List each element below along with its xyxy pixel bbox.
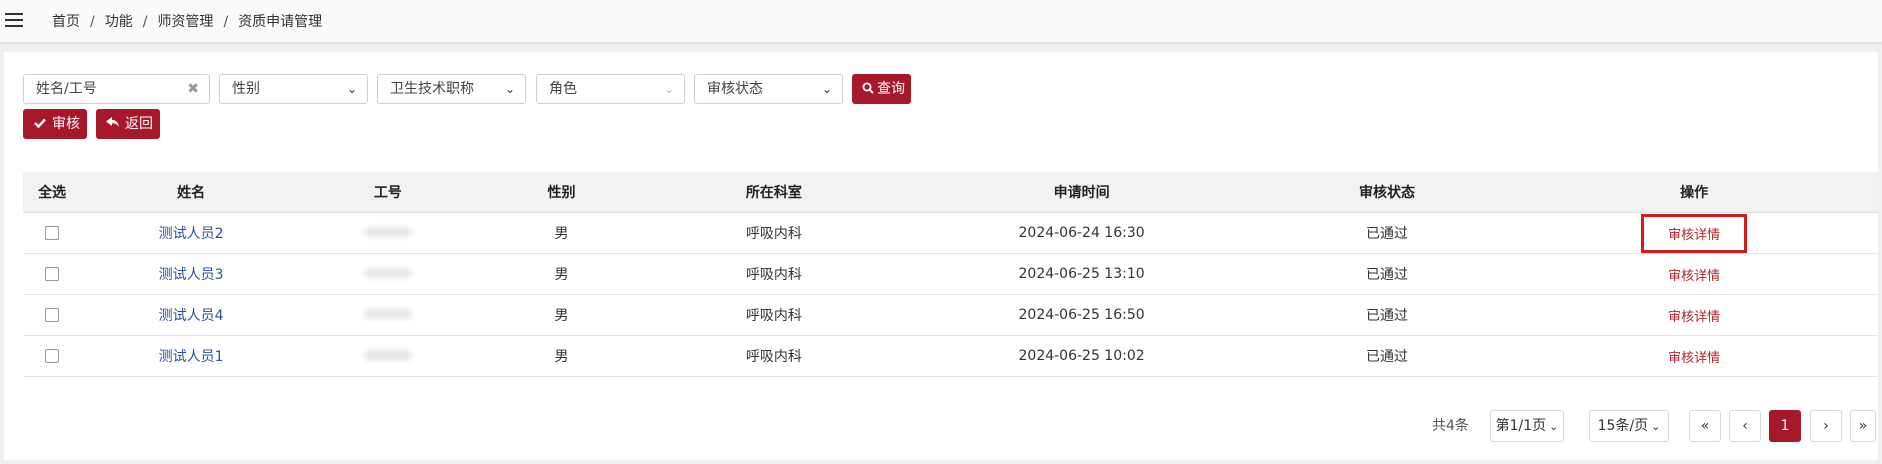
status-select[interactable]: 审核状态 ⌄ [694,74,843,104]
header-review-status: 审核状态 [1263,172,1511,213]
person-name-link[interactable]: 测试人员1 [159,349,224,365]
highlight-box: 审核详情 [1641,213,1748,253]
breadcrumb-function[interactable]: 功能 [105,14,133,30]
query-button[interactable]: 查询 [852,74,911,104]
header-actions: 操作 [1510,172,1878,213]
review-detail-link[interactable]: 审核详情 [1668,228,1720,243]
table-row: 测试人员3 男 呼吸内科 2024-06-25 13:10 已通过 审核详情 [23,253,1878,295]
review-button[interactable]: 审核 [23,109,87,139]
applications-table: 全选 姓名 工号 性别 所在科室 申请时间 审核状态 操作 测试人员2 男 呼吸… [23,172,1878,377]
apply-time-cell: 2024-06-24 16:30 [899,212,1264,254]
apply-time-cell: 2024-06-25 13:10 [899,253,1264,295]
status-select-label: 审核状态 [707,81,763,97]
search-icon [862,82,874,94]
title-select[interactable]: 卫生技术职称 ⌄ [377,74,526,104]
table-row: 测试人员2 男 呼吸内科 2024-06-24 16:30 已通过 审核详情 [23,212,1878,254]
name-search-input[interactable]: 姓名/工号 ✖ [23,74,210,104]
first-page-button[interactable]: « [1689,410,1721,442]
gender-select-label: 性别 [232,81,260,97]
reply-icon [106,117,119,127]
chevron-down-icon: ⌄ [663,82,674,96]
breadcrumb-current: 资质申请管理 [238,14,323,30]
clear-icon[interactable]: ✖ [187,75,199,103]
page-size-label: 15条/页 [1597,418,1649,434]
gender-cell: 男 [474,212,649,254]
name-search-placeholder: 姓名/工号 [36,81,97,97]
role-select[interactable]: 角色 ⌄ [536,74,685,104]
department-cell: 呼吸内科 [648,253,900,295]
breadcrumb-home[interactable]: 首页 [52,14,80,30]
staff-id-redacted [363,309,412,319]
header-department: 所在科室 [648,172,900,213]
gender-select[interactable]: 性别 ⌄ [219,74,368,104]
row-checkbox[interactable] [45,308,60,322]
staff-id-redacted [363,350,412,360]
header-gender: 性别 [474,172,649,213]
table-header-row: 全选 姓名 工号 性别 所在科室 申请时间 审核状态 操作 [23,172,1878,213]
title-select-label: 卫生技术职称 [390,81,474,97]
staff-id-redacted [363,227,412,237]
apply-time-cell: 2024-06-25 16:50 [899,294,1264,336]
page-info-dropdown[interactable]: 第1/1页 ⌄ [1490,410,1564,442]
main-panel: 姓名/工号 ✖ 性别 ⌄ 卫生技术职称 ⌄ 角色 ⌄ 审核状态 ⌄ 查询 审核 … [4,52,1878,460]
row-checkbox[interactable] [45,267,60,281]
header-select-all[interactable]: 全选 [23,172,82,213]
person-name-link[interactable]: 测试人员4 [159,308,224,324]
chevron-down-icon: ⌄ [1549,420,1559,433]
review-detail-link[interactable]: 审核详情 [1668,310,1720,325]
table-row: 测试人员1 男 呼吸内科 2024-06-25 10:02 已通过 审核详情 [23,335,1878,377]
page-info-label: 第1/1页 [1495,418,1547,434]
department-cell: 呼吸内科 [648,294,900,336]
query-label: 查询 [877,81,905,97]
row-checkbox[interactable] [45,349,60,363]
chevron-down-icon: ⌄ [821,82,832,96]
status-cell: 已通过 [1263,335,1511,377]
check-icon [34,118,46,129]
row-checkbox[interactable] [45,226,60,240]
header-name: 姓名 [81,172,301,213]
last-page-button[interactable]: » [1850,410,1876,442]
department-cell: 呼吸内科 [648,335,900,377]
total-count: 共4条 [1432,418,1469,434]
back-label: 返回 [125,116,153,132]
department-cell: 呼吸内科 [648,212,900,254]
breadcrumb-faculty[interactable]: 师资管理 [157,14,213,30]
prev-page-button[interactable]: ‹ [1729,410,1761,442]
status-cell: 已通过 [1263,212,1511,254]
staff-id-redacted [363,268,412,278]
chevron-down-icon: ⌄ [1651,420,1661,433]
chevron-down-icon: ⌄ [346,82,357,96]
review-label: 审核 [52,116,80,132]
next-page-button[interactable]: › [1810,410,1842,442]
header-apply-time: 申请时间 [899,172,1264,213]
header-id: 工号 [300,172,475,213]
review-detail-link[interactable]: 审核详情 [1668,351,1720,366]
gender-cell: 男 [474,253,649,295]
table-row: 测试人员4 男 呼吸内科 2024-06-25 16:50 已通过 审核详情 [23,294,1878,336]
status-cell: 已通过 [1263,253,1511,295]
gender-cell: 男 [474,294,649,336]
status-cell: 已通过 [1263,294,1511,336]
back-button[interactable]: 返回 [96,109,160,139]
review-detail-link[interactable]: 审核详情 [1668,269,1720,284]
menu-icon[interactable] [5,13,23,27]
page-size-dropdown[interactable]: 15条/页 ⌄ [1589,410,1669,442]
gender-cell: 男 [474,335,649,377]
breadcrumb: 首页 / 功能 / 师资管理 / 资质申请管理 [52,14,323,30]
chevron-down-icon: ⌄ [504,82,515,96]
page-1-button[interactable]: 1 [1769,410,1801,442]
role-select-label: 角色 [549,81,577,97]
person-name-link[interactable]: 测试人员3 [159,267,224,283]
person-name-link[interactable]: 测试人员2 [159,226,224,242]
apply-time-cell: 2024-06-25 10:02 [899,335,1264,377]
top-bar: 首页 / 功能 / 师资管理 / 资质申请管理 [0,0,1882,43]
